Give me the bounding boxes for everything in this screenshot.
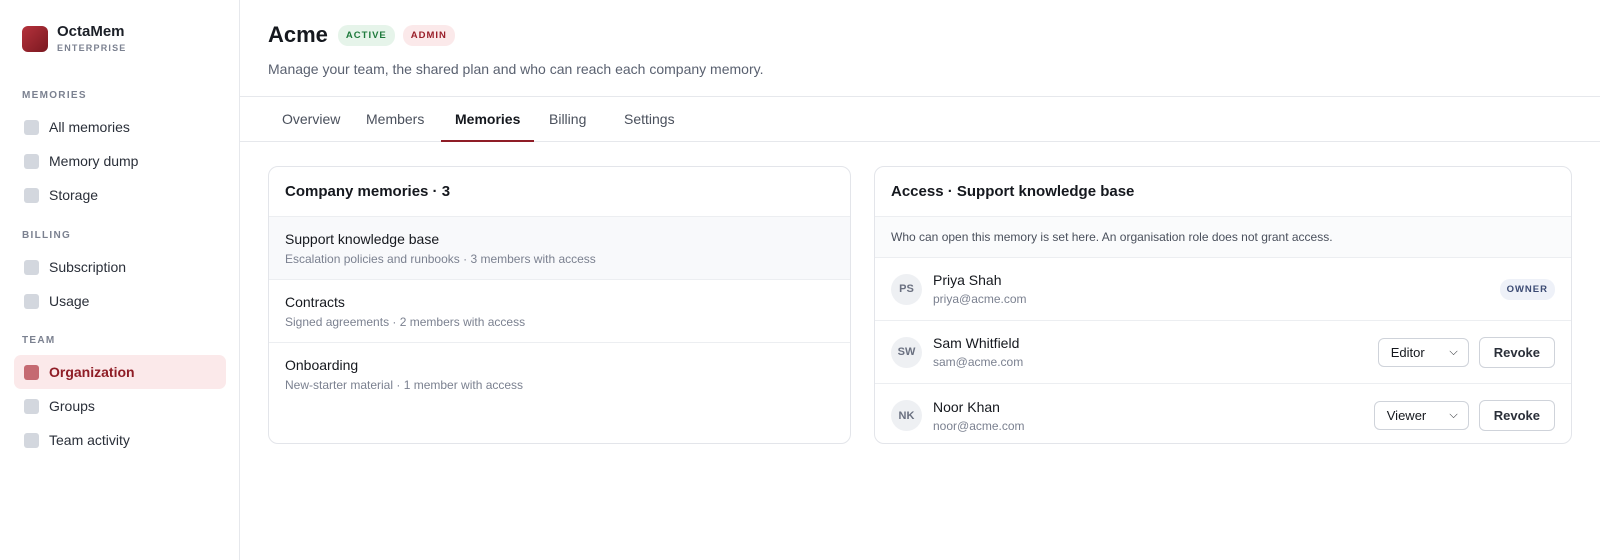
- square-icon: [24, 153, 39, 169]
- sidebar-item-label: Team activity: [49, 432, 130, 448]
- member-name: Noor Khan: [933, 398, 1000, 415]
- sidebar-item-label: Subscription: [49, 259, 127, 275]
- sidebar-item-groups[interactable]: Groups: [14, 389, 226, 423]
- square-icon: [24, 364, 39, 380]
- avatar: NK: [891, 400, 922, 431]
- sidebar-item-organization[interactable]: Organization: [14, 355, 226, 389]
- revoke-button[interactable]: Revoke: [1478, 337, 1555, 368]
- sidebar-item-label: Groups: [49, 398, 95, 414]
- sidebar: OctaMem ENTERPRISE MEMORIES All memories…: [0, 0, 240, 560]
- access-card: Access · Support knowledge base Who can …: [874, 166, 1572, 444]
- square-icon: [24, 432, 39, 448]
- memory-name: Support knowledge base: [285, 231, 440, 247]
- tabs: Overview Members Memories Billing Settin…: [240, 96, 1600, 142]
- square-icon: [24, 187, 39, 203]
- square-icon: [24, 398, 39, 414]
- sidebar-section-memories: MEMORIES: [22, 90, 87, 101]
- square-icon: [24, 259, 39, 275]
- role-select[interactable]: Editor ⌵: [1377, 338, 1469, 367]
- sidebar-item-label: Memory dump: [49, 153, 139, 169]
- page-subtitle: Manage your team, the shared plan and wh…: [268, 61, 764, 77]
- memory-description: New-starter material · 1 member with acc…: [285, 378, 524, 392]
- page-title: Acme: [268, 22, 328, 47]
- role-badge: ADMIN: [402, 24, 455, 46]
- role-select-value: Viewer: [1386, 408, 1427, 423]
- tab-members[interactable]: Members: [352, 97, 438, 141]
- member-name: Sam Whitfield: [933, 335, 1020, 351]
- brand[interactable]: OctaMem ENTERPRISE: [22, 24, 127, 53]
- memory-list-item[interactable]: Onboarding New-starter material · 1 memb…: [269, 343, 850, 406]
- memory-list-item[interactable]: Support knowledge base Escalation polici…: [269, 217, 850, 280]
- sidebar-item-all-memories[interactable]: All memories: [14, 110, 226, 144]
- memory-description: Signed agreements · 2 members with acces…: [285, 315, 526, 329]
- sidebar-item-label: Usage: [49, 293, 90, 309]
- brand-name: OctaMem: [57, 23, 125, 40]
- tab-billing[interactable]: Billing: [535, 97, 600, 141]
- sidebar-item-label: Storage: [49, 187, 99, 203]
- memory-list-item[interactable]: Contracts Signed agreements · 2 members …: [269, 280, 850, 343]
- member-row: PS Priya Shah priya@acme.com OWNER: [875, 258, 1571, 321]
- member-row: NK Noor Khan noor@acme.com Viewer ⌵ Revo…: [875, 384, 1571, 443]
- memory-description: Escalation policies and runbooks · 3 mem…: [285, 252, 596, 266]
- tab-overview[interactable]: Overview: [268, 97, 354, 141]
- member-name: Priya Shah: [933, 272, 1002, 288]
- status-badge: ACTIVE: [337, 24, 395, 46]
- member-email: noor@acme.com: [933, 418, 1025, 433]
- avatar: PS: [891, 273, 922, 305]
- sidebar-section-team: TEAM: [22, 335, 56, 346]
- tab-memories[interactable]: Memories: [441, 97, 535, 142]
- sidebar-item-label: All memories: [49, 119, 130, 135]
- company-memories-card: Company memories · 3 Support knowledge b…: [268, 166, 851, 444]
- sidebar-item-memory-dump[interactable]: Memory dump: [14, 144, 226, 178]
- sidebar-item-team-activity[interactable]: Team activity: [14, 423, 226, 457]
- sidebar-item-storage[interactable]: Storage: [14, 178, 226, 212]
- revoke-button[interactable]: Revoke: [1478, 400, 1555, 431]
- member-row: SW Sam Whitfield sam@acme.com Editor ⌵ R…: [875, 321, 1571, 384]
- main-content: Acme ACTIVE ADMIN Manage your team, the …: [240, 0, 1600, 560]
- member-email: priya@acme.com: [933, 292, 1027, 306]
- tab-settings[interactable]: Settings: [610, 97, 689, 141]
- memory-name: Onboarding: [285, 357, 359, 373]
- avatar: SW: [891, 336, 922, 368]
- square-icon: [24, 293, 39, 309]
- owner-badge: OWNER: [1499, 279, 1555, 300]
- octamem-logo-icon: [22, 25, 48, 52]
- member-email: sam@acme.com: [933, 355, 1024, 369]
- page-header: Acme ACTIVE ADMIN Manage your team, the …: [268, 22, 763, 77]
- square-icon: [24, 119, 39, 135]
- card-title: Access · Support knowledge base: [875, 167, 1571, 217]
- sidebar-item-subscription[interactable]: Subscription: [14, 250, 226, 284]
- card-title: Company memories · 3: [269, 167, 850, 217]
- role-select[interactable]: Viewer ⌵: [1373, 401, 1469, 430]
- sidebar-section-billing: BILLING: [22, 230, 72, 241]
- role-select-value: Editor: [1390, 345, 1425, 360]
- chevron-down-icon: ⌵: [1449, 409, 1458, 421]
- sidebar-item-label: Organization: [49, 364, 135, 380]
- chevron-down-icon: ⌵: [1449, 346, 1458, 358]
- brand-tier: ENTERPRISE: [57, 43, 127, 53]
- sidebar-item-usage[interactable]: Usage: [14, 284, 226, 318]
- access-note: Who can open this memory is set here. An…: [875, 217, 1571, 258]
- memory-name: Contracts: [285, 294, 345, 310]
